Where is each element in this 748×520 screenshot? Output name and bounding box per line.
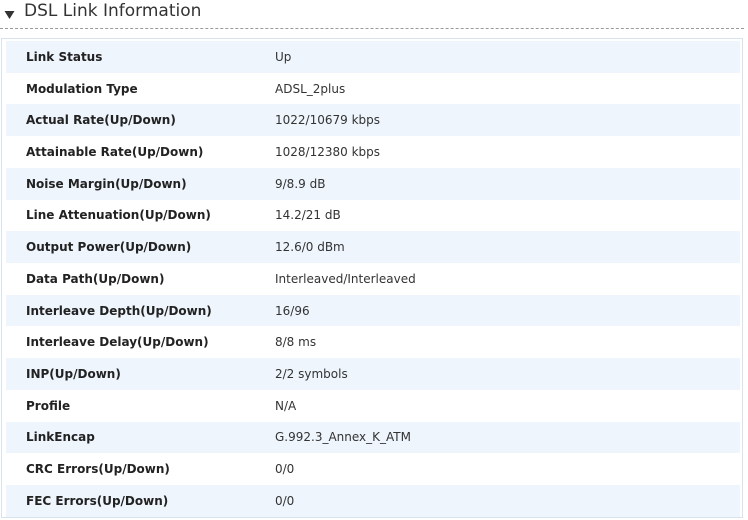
row-label: CRC Errors(Up/Down) <box>26 462 170 477</box>
row-value: Up <box>275 49 292 64</box>
row-label: Interleave Delay(Up/Down) <box>26 335 209 350</box>
table-row: INP(Up/Down) 2/2 symbols <box>6 358 740 390</box>
dsl-info-table: Link Status Up Modulation Type ADSL_2plu… <box>6 41 740 517</box>
table-row: Line Attenuation(Up/Down) 14.2/21 dB <box>6 200 740 232</box>
row-value: 9/8.9 dB <box>275 176 326 191</box>
row-value: G.992.3_Annex_K_ATM <box>275 430 411 445</box>
row-value: 0/0 <box>275 462 295 477</box>
row-value: Interleaved/Interleaved <box>275 271 416 286</box>
row-label: Attainable Rate(Up/Down) <box>26 145 204 160</box>
row-label: Actual Rate(Up/Down) <box>26 113 176 128</box>
table-row: Noise Margin(Up/Down) 9/8.9 dB <box>6 167 740 200</box>
row-label: LinkEncap <box>26 430 95 445</box>
triangle-down-icon[interactable] <box>4 9 15 20</box>
table-row: Attainable Rate(Up/Down) 1028/12380 kbps <box>6 136 740 168</box>
table-row: Output Power(Up/Down) 12.6/0 dBm <box>6 231 740 264</box>
row-label: Data Path(Up/Down) <box>26 271 165 286</box>
dsl-info-panel: Link Status Up Modulation Type ADSL_2plu… <box>1 38 743 518</box>
row-label: Noise Margin(Up/Down) <box>26 176 187 191</box>
row-label: Output Power(Up/Down) <box>26 240 192 255</box>
table-row: Actual Rate(Up/Down) 1022/10679 kbps <box>6 104 740 137</box>
table-row: Modulation Type ADSL_2plus <box>6 73 740 105</box>
row-value: 16/96 <box>275 303 310 318</box>
row-value: N/A <box>275 398 297 413</box>
row-label: INP(Up/Down) <box>26 367 121 382</box>
row-label: Link Status <box>26 49 103 64</box>
table-row: LinkEncap G.992.3_Annex_K_ATM <box>6 421 740 454</box>
row-value: 2/2 symbols <box>275 367 348 382</box>
row-label: Interleave Depth(Up/Down) <box>26 303 212 318</box>
section-title: DSL Link Information <box>24 1 202 21</box>
row-value: 1022/10679 kbps <box>275 113 381 128</box>
row-value: 8/8 ms <box>275 335 317 350</box>
dsl-info-page: DSL Link Information Link Status Up Modu… <box>0 0 748 520</box>
row-value: 0/0 <box>275 493 295 508</box>
table-row: Interleave Delay(Up/Down) 8/8 ms <box>6 326 740 358</box>
row-value: 12.6/0 dBm <box>275 240 345 255</box>
row-label: Modulation Type <box>26 81 138 96</box>
row-value: 14.2/21 dB <box>275 208 341 223</box>
table-row: Link Status Up <box>6 41 740 73</box>
table-row: FEC Errors(Up/Down) 0/0 <box>6 485 740 517</box>
row-label: Profile <box>26 398 71 413</box>
table-row: Profile N/A <box>6 390 740 422</box>
row-label: Line Attenuation(Up/Down) <box>26 208 211 223</box>
table-row: Data Path(Up/Down) Interleaved/Interleav… <box>6 263 740 295</box>
row-value: 1028/12380 kbps <box>275 145 381 160</box>
row-value: ADSL_2plus <box>275 81 346 96</box>
table-row: Interleave Depth(Up/Down) 16/96 <box>6 294 740 327</box>
section-header-dsl-link-information[interactable]: DSL Link Information <box>0 0 744 29</box>
row-label: FEC Errors(Up/Down) <box>26 493 169 508</box>
table-row: CRC Errors(Up/Down) 0/0 <box>6 453 740 485</box>
